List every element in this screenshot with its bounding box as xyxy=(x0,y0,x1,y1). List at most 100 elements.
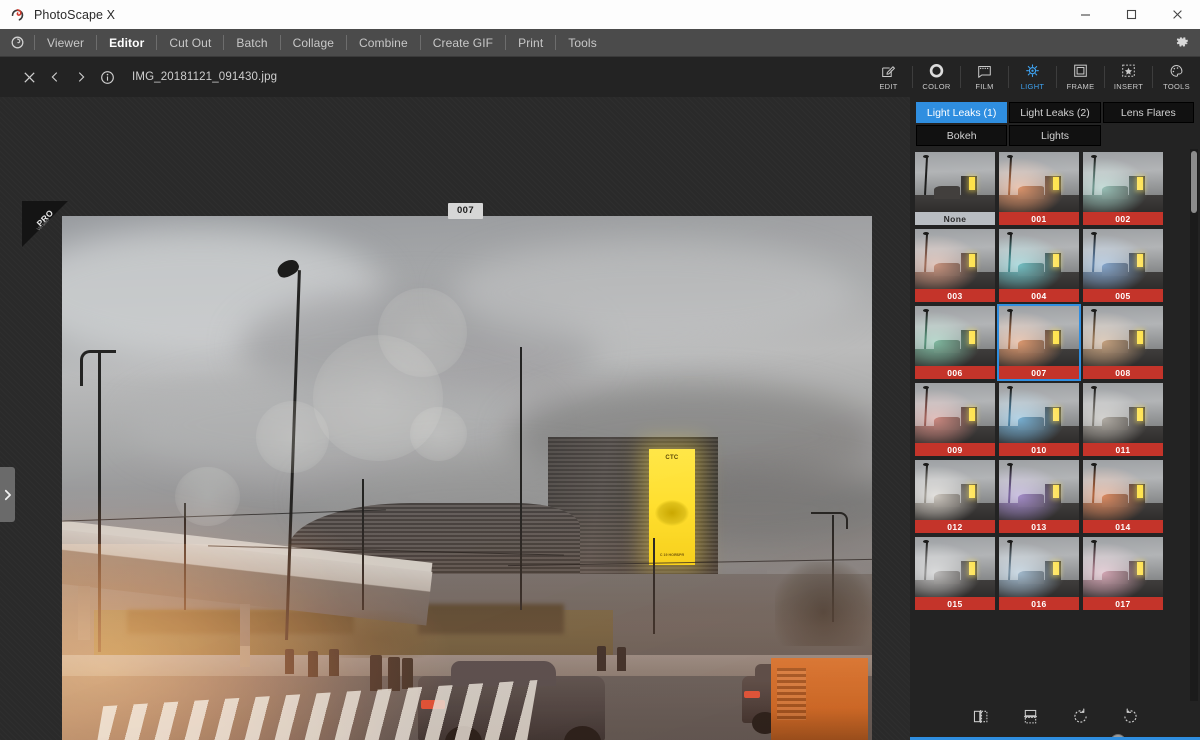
title-bar: PhotoScape X xyxy=(0,0,1200,29)
maximize-button[interactable] xyxy=(1108,0,1154,29)
preset-thumbnail[interactable]: 002 xyxy=(1083,152,1163,225)
preset-thumbnail-label: 011 xyxy=(1083,443,1163,456)
settings-button[interactable] xyxy=(1175,35,1190,50)
menu-item-cut-out[interactable]: Cut Out xyxy=(157,29,223,57)
tool-frame-label: FRAME xyxy=(1067,82,1095,91)
preset-thumbnail-label: 010 xyxy=(999,443,1079,456)
close-button[interactable] xyxy=(1154,0,1200,29)
preset-thumbnail[interactable]: 012 xyxy=(915,460,995,533)
flip-horizontal-button[interactable] xyxy=(969,705,991,727)
effect-category-tabs-row1: Light Leaks (1) Light Leaks (2) Lens Fla… xyxy=(910,97,1200,123)
rotate-left-button[interactable] xyxy=(1069,705,1091,727)
preset-thumbnail-image xyxy=(999,306,1079,366)
menu-item-tools[interactable]: Tools xyxy=(556,29,609,57)
tab-light-leaks-1[interactable]: Light Leaks (1) xyxy=(916,102,1007,123)
tool-film-label: FILM xyxy=(975,82,993,91)
tab-light-leaks-2[interactable]: Light Leaks (2) xyxy=(1009,102,1100,123)
menu-item-collage[interactable]: Collage xyxy=(281,29,346,57)
close-x-icon xyxy=(22,70,37,85)
preset-thumbnail[interactable]: 017 xyxy=(1083,537,1163,610)
menu-item-create-gif[interactable]: Create GIF xyxy=(421,29,505,57)
sun-icon xyxy=(1024,63,1041,80)
preset-thumbnail-label: 003 xyxy=(915,289,995,302)
frame-square-icon xyxy=(1072,63,1089,80)
preset-thumbnail[interactable]: 004 xyxy=(999,229,1079,302)
preset-thumbnail-image xyxy=(915,383,995,443)
tab-lights[interactable]: Lights xyxy=(1009,125,1100,146)
info-circle-icon xyxy=(100,70,115,85)
tab-bokeh[interactable]: Bokeh xyxy=(916,125,1007,146)
preset-thumbnail[interactable]: 005 xyxy=(1083,229,1163,302)
tool-light-label: LIGHT xyxy=(1021,82,1045,91)
editor-canvas-area: CTC C 19 НОЯБРЯ xyxy=(0,97,910,740)
chevron-right-icon xyxy=(74,70,88,84)
preset-thumbnail-image xyxy=(915,537,995,597)
preset-thumbnail[interactable]: 006 xyxy=(915,306,995,379)
tool-insert[interactable]: INSERT xyxy=(1105,57,1152,97)
preset-thumbnail-label: 016 xyxy=(999,597,1079,610)
tab-lens-flares[interactable]: Lens Flares xyxy=(1103,102,1194,123)
preset-thumbnail-image xyxy=(1083,229,1163,289)
rotate-right-button[interactable] xyxy=(1119,705,1141,727)
preset-thumbnail-grid[interactable]: None 001 002 003 004005 006 007 008 009 010 011 012… xyxy=(910,149,1200,701)
menu-item-print[interactable]: Print xyxy=(506,29,555,57)
photoscape-round-logo-icon xyxy=(9,34,26,51)
preset-thumbnail-image xyxy=(999,229,1079,289)
preset-thumbnail[interactable]: 016 xyxy=(999,537,1079,610)
preset-thumbnail[interactable]: 008 xyxy=(1083,306,1163,379)
preset-thumbnail-label: 002 xyxy=(1083,212,1163,225)
preset-thumbnail-label: 014 xyxy=(1083,520,1163,533)
preset-thumbnail[interactable]: 015 xyxy=(915,537,995,610)
previous-image-button[interactable] xyxy=(42,57,68,97)
minimize-button[interactable] xyxy=(1062,0,1108,29)
preset-thumbnail-label: 007 xyxy=(999,366,1079,379)
preset-thumbnail-label: None xyxy=(915,212,995,225)
preset-thumbnail-label: 015 xyxy=(915,597,995,610)
tool-tools[interactable]: TOOLS xyxy=(1153,57,1200,97)
preset-thumbnail[interactable]: 013 xyxy=(999,460,1079,533)
gear-icon xyxy=(1175,35,1190,50)
preset-thumbnail-label: 012 xyxy=(915,520,995,533)
left-panel-expander[interactable] xyxy=(0,467,15,522)
preset-thumbnail-image xyxy=(999,537,1079,597)
preset-thumbnail-label: 009 xyxy=(915,443,995,456)
next-image-button[interactable] xyxy=(68,57,94,97)
insert-star-icon xyxy=(1120,63,1137,80)
home-logo-button[interactable] xyxy=(0,29,34,57)
film-strip-icon xyxy=(976,63,993,80)
preset-thumbnail[interactable]: 014 xyxy=(1083,460,1163,533)
tool-insert-label: INSERT xyxy=(1114,82,1143,91)
preset-thumbnail-image xyxy=(915,306,995,366)
tool-film[interactable]: FILM xyxy=(961,57,1008,97)
menu-item-batch[interactable]: Batch xyxy=(224,29,279,57)
image-info-button[interactable] xyxy=(94,57,120,97)
preset-thumbnail[interactable]: 001 xyxy=(999,152,1079,225)
window-controls xyxy=(1062,0,1200,29)
preset-thumbnail[interactable]: 007 xyxy=(999,306,1079,379)
preset-thumbnail-label: 006 xyxy=(915,366,995,379)
flip-vertical-button[interactable] xyxy=(1019,705,1041,727)
close-icon xyxy=(1171,8,1184,21)
preset-thumbnail[interactable]: 011 xyxy=(1083,383,1163,456)
close-file-button[interactable] xyxy=(16,57,42,97)
scrollbar-thumb[interactable] xyxy=(1191,151,1197,213)
edited-photo-preview[interactable]: CTC C 19 НОЯБРЯ xyxy=(62,216,872,740)
tool-light[interactable]: LIGHT xyxy=(1009,57,1056,97)
preset-thumbnail[interactable]: None xyxy=(915,152,995,225)
preset-thumbnail-image xyxy=(915,460,995,520)
menu-item-combine[interactable]: Combine xyxy=(347,29,420,57)
photoscape-window: PhotoScape X xyxy=(0,0,1200,740)
tool-color[interactable]: COLOR xyxy=(913,57,960,97)
tool-edit[interactable]: EDIT xyxy=(865,57,912,97)
app-title: PhotoScape X xyxy=(34,8,115,22)
color-ring-icon xyxy=(928,63,945,80)
preset-thumbnail[interactable]: 010 xyxy=(999,383,1079,456)
menu-item-viewer[interactable]: Viewer xyxy=(35,29,96,57)
tool-color-label: COLOR xyxy=(922,82,950,91)
tool-tools-label: TOOLS xyxy=(1163,82,1190,91)
tool-frame[interactable]: FRAME xyxy=(1057,57,1104,97)
menu-item-editor[interactable]: Editor xyxy=(97,29,156,57)
preset-thumbnail[interactable]: 003 xyxy=(915,229,995,302)
preset-scrollbar[interactable] xyxy=(1190,149,1198,701)
preset-thumbnail[interactable]: 009 xyxy=(915,383,995,456)
